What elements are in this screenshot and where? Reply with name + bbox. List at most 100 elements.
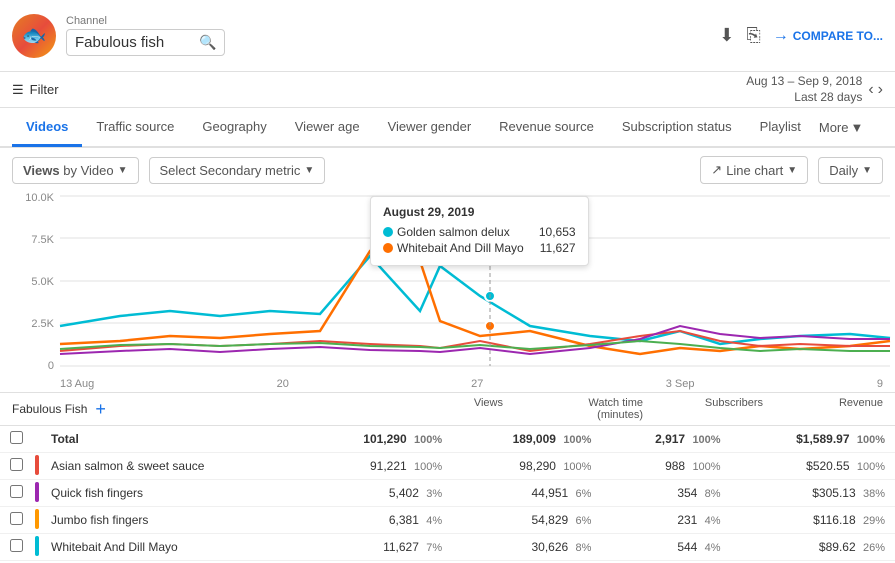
- tab-viewer-gender[interactable]: Viewer gender: [374, 109, 486, 147]
- tab-geography[interactable]: Geography: [188, 109, 280, 147]
- row-revenue: $305.13 38%: [731, 480, 895, 507]
- row-subscribers: 544 4%: [601, 534, 730, 561]
- primary-metric-label: Views by Video: [23, 163, 114, 178]
- tab-videos[interactable]: Videos: [12, 109, 82, 147]
- tooltip-val-1: 11,627: [540, 241, 576, 255]
- interval-label: Daily: [829, 163, 858, 178]
- chart-svg-container: August 29, 2019 Golden salmon delux 10,6…: [60, 196, 883, 376]
- row-watchtime: 54,829 6%: [452, 507, 601, 534]
- chart-type-dropdown[interactable]: ↗ Line chart ▼: [700, 156, 808, 184]
- row-revenue: $520.55 100%: [731, 453, 895, 480]
- header-right: ⬇ ⎘ → COMPARE TO...: [719, 25, 883, 46]
- row-checkbox[interactable]: [10, 485, 23, 498]
- color-cell: [33, 426, 41, 453]
- secondary-metric-dropdown[interactable]: Select Secondary metric ▼: [149, 157, 326, 184]
- chart-type-arrow-icon: ▼: [787, 165, 797, 176]
- tab-playlist[interactable]: Playlist: [746, 109, 815, 147]
- row-subscribers: 231 4%: [601, 507, 730, 534]
- row-checkbox[interactable]: [10, 512, 23, 525]
- more-tabs-button[interactable]: More ▼: [819, 120, 864, 135]
- interval-dropdown[interactable]: Daily ▼: [818, 157, 883, 184]
- checkbox-cell[interactable]: [0, 426, 33, 453]
- primary-metric-arrow-icon: ▼: [118, 165, 128, 176]
- chart-type-label: Line chart: [726, 163, 783, 178]
- col-header-subscribers: Subscribers: [643, 397, 763, 421]
- share-icon[interactable]: ⎘: [746, 25, 760, 46]
- y-label-4: 0: [12, 360, 54, 372]
- row-views: 91,221 100%: [303, 453, 452, 480]
- checkbox-cell[interactable]: [0, 534, 33, 561]
- col-header-watchtime: Watch time(minutes): [503, 397, 643, 421]
- compare-button[interactable]: → COMPARE TO...: [773, 27, 883, 45]
- table-row: Whitebait And Dill Mayo 11,627 7% 30,626…: [0, 534, 895, 561]
- channel-search-input[interactable]: [75, 34, 195, 51]
- row-views: 101,290 100%: [303, 426, 452, 453]
- download-icon[interactable]: ⬇: [719, 25, 734, 46]
- y-label-3: 2.5K: [12, 318, 54, 330]
- date-next-arrow[interactable]: ›: [878, 81, 883, 99]
- table-channel-name: Fabulous Fish: [12, 402, 87, 416]
- table-row: Quick fish fingers 5,402 3% 44,951 6% 35…: [0, 480, 895, 507]
- chart-controls: Views by Video ▼ Select Secondary metric…: [0, 148, 895, 192]
- tooltip-label-1: Whitebait And Dill Mayo: [383, 241, 524, 255]
- more-tabs-label: More: [819, 120, 849, 135]
- chart-area: 10.0K 7.5K 5.0K 2.5K 0 August 29, 2019 G…: [0, 192, 895, 392]
- col-header-views: Views: [363, 397, 503, 421]
- y-axis: 10.0K 7.5K 5.0K 2.5K 0: [12, 192, 54, 372]
- row-watchtime: 30,626 8%: [452, 534, 601, 561]
- chart-controls-right: ↗ Line chart ▼ Daily ▼: [700, 156, 883, 184]
- row-watchtime: 189,009 100%: [452, 426, 601, 453]
- primary-metric-dropdown[interactable]: Views by Video ▼: [12, 157, 139, 184]
- row-name: Jumbo fish fingers: [41, 507, 303, 534]
- date-range-control: Aug 13 – Sep 9, 2018 Last 28 days ‹ ›: [746, 74, 883, 105]
- tab-traffic-source[interactable]: Traffic source: [82, 109, 188, 147]
- row-watchtime: 98,290 100%: [452, 453, 601, 480]
- tab-subscription-status[interactable]: Subscription status: [608, 109, 746, 147]
- row-views: 5,402 3%: [303, 480, 452, 507]
- tab-viewer-age[interactable]: Viewer age: [281, 109, 374, 147]
- channel-search-box[interactable]: 🔍: [66, 29, 225, 56]
- x-label-1: 20: [277, 378, 289, 390]
- channel-logo: 🐟: [12, 14, 56, 58]
- secondary-metric-placeholder: Select Secondary metric: [160, 163, 301, 178]
- filter-icon: ☰: [12, 82, 24, 98]
- tab-revenue-source[interactable]: Revenue source: [485, 109, 608, 147]
- tooltip-dot-0: [383, 227, 393, 237]
- date-range-display: Aug 13 – Sep 9, 2018 Last 28 days: [746, 74, 862, 105]
- tooltip-dot-1: [383, 243, 393, 253]
- table-add-icon[interactable]: +: [95, 399, 106, 420]
- date-range-line1: Aug 13 – Sep 9, 2018: [746, 74, 862, 90]
- filter-control[interactable]: ☰ Filter: [12, 82, 59, 98]
- color-cell: [33, 534, 41, 561]
- date-nav: ‹ ›: [868, 81, 883, 99]
- row-checkbox[interactable]: [10, 539, 23, 552]
- x-label-3: 3 Sep: [666, 378, 695, 390]
- row-checkbox[interactable]: [10, 458, 23, 471]
- color-indicator: [35, 509, 39, 529]
- table-row: Asian salmon & sweet sauce 91,221 100% 9…: [0, 453, 895, 480]
- x-label-2: 27: [471, 378, 483, 390]
- more-tabs-arrow-icon: ▼: [850, 120, 863, 135]
- row-name: Quick fish fingers: [41, 480, 303, 507]
- compare-label: COMPARE TO...: [793, 29, 883, 43]
- row-checkbox[interactable]: [10, 431, 23, 444]
- color-cell: [33, 453, 41, 480]
- checkbox-cell[interactable]: [0, 507, 33, 534]
- checkbox-cell[interactable]: [0, 480, 33, 507]
- search-icon[interactable]: 🔍: [199, 34, 216, 51]
- table-row: Jumbo fish fingers 6,381 4% 54,829 6% 23…: [0, 507, 895, 534]
- row-subscribers: 2,917 100%: [601, 426, 730, 453]
- filter-bar: ☰ Filter Aug 13 – Sep 9, 2018 Last 28 da…: [0, 72, 895, 108]
- table-col-headers: Views Watch time(minutes) Subscribers Re…: [363, 397, 883, 421]
- tooltip-row-0: Golden salmon delux 10,653: [383, 225, 576, 239]
- tooltip-val-0: 10,653: [539, 225, 576, 239]
- color-cell: [33, 480, 41, 507]
- color-indicator: [35, 536, 39, 556]
- checkbox-cell[interactable]: [0, 453, 33, 480]
- interval-arrow-icon: ▼: [862, 165, 872, 176]
- date-prev-arrow[interactable]: ‹: [868, 81, 873, 99]
- filter-label: Filter: [30, 82, 59, 97]
- y-label-2: 5.0K: [12, 276, 54, 288]
- row-revenue: $116.18 29%: [731, 507, 895, 534]
- x-label-4: 9: [877, 378, 883, 390]
